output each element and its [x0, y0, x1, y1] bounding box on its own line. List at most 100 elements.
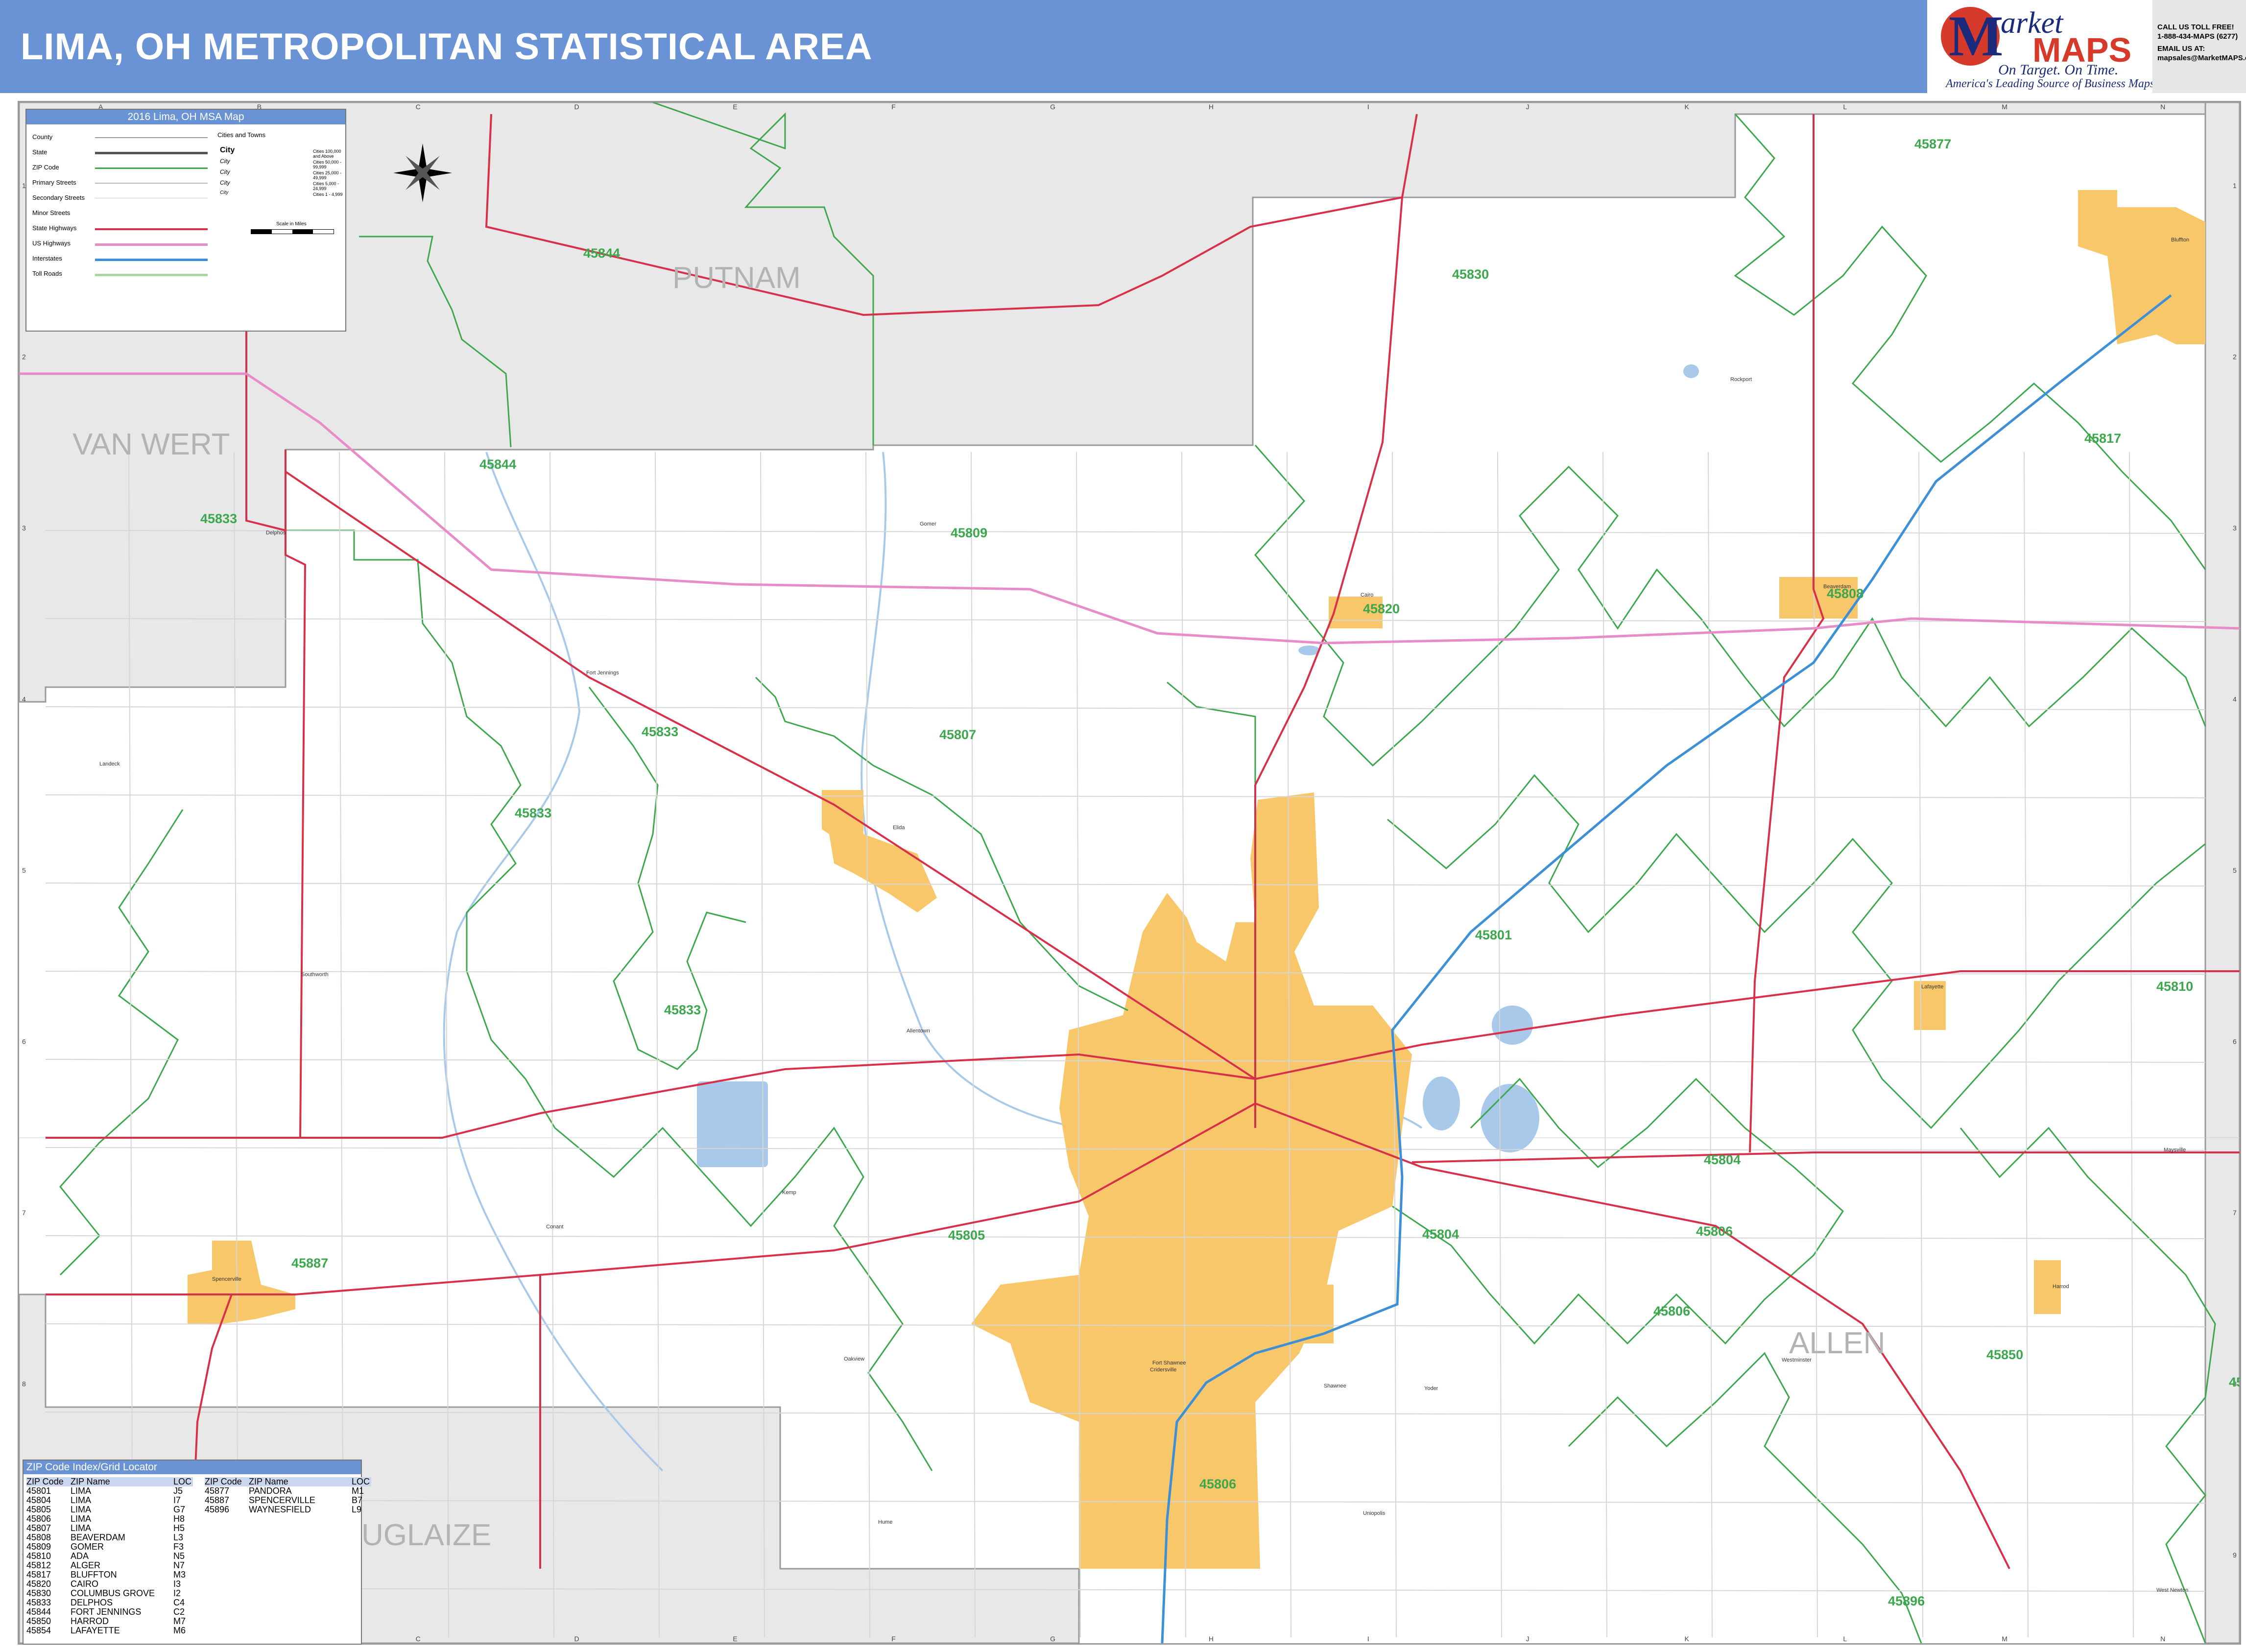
zip-index-row[interactable]: 45877 PANDORA M1	[205, 1486, 371, 1496]
zip-label: 45844	[583, 246, 620, 261]
grid-row-label: 3	[2233, 524, 2237, 532]
zip-index-cell: CAIRO	[71, 1579, 99, 1589]
logo-m: M	[1949, 4, 2004, 68]
zip-index-cell: LIMA	[71, 1523, 92, 1533]
grid-column-label: L	[1843, 103, 1847, 111]
zip-index-row[interactable]: 45896 WAYNESFIELD L9	[205, 1505, 371, 1514]
zip-index-cell: 45830	[26, 1588, 51, 1598]
zip-boundary	[1392, 1077, 1844, 1345]
zip-index-cell: DELPHOS	[71, 1598, 113, 1607]
zip-index-row[interactable]: 45805 LIMA G7	[26, 1505, 193, 1514]
zip-index-row[interactable]: 45833 DELPHOS C4	[26, 1598, 193, 1607]
minor-street	[1602, 452, 1607, 1638]
shawnee-urban	[1177, 1285, 1255, 1353]
zip-index-row[interactable]: 45806 LIMA H8	[26, 1514, 193, 1524]
zip-index-row[interactable]: 45804 LIMA I7	[26, 1496, 193, 1505]
grid-column-label: G	[1050, 1635, 1055, 1643]
town-label: Fort Jennings	[586, 670, 619, 676]
town-label: Harrod	[2053, 1284, 2069, 1290]
legend-item-county: County	[32, 133, 53, 141]
legend-city-desc: Cities 1 - 4,999	[313, 192, 343, 197]
town-label: Cairo	[1361, 592, 1373, 598]
legend-city-sample: City	[220, 158, 230, 165]
zip-index-header: ZIP Code ZIP Name LOC	[26, 1477, 193, 1486]
zip-index-row[interactable]: 45809 GOMER F3	[26, 1542, 193, 1552]
minor-street	[971, 452, 976, 1638]
county-label-auglaize: UGLAIZE	[361, 1518, 491, 1552]
minor-street	[45, 530, 2206, 534]
zip-index-header-cell: ZIP Name	[249, 1477, 288, 1486]
zip-index-row[interactable]: 45844 FORT JENNINGS C2	[26, 1607, 193, 1617]
legend-swatch	[95, 228, 208, 230]
zip-index-cell: 45854	[26, 1626, 51, 1635]
grid-row-label: 5	[22, 866, 26, 874]
zip-index-cell: LIMA	[71, 1514, 92, 1524]
grid-column-label: F	[891, 103, 896, 111]
zip-index-cell: M1	[352, 1486, 364, 1496]
grid-column-label: H	[1209, 103, 1214, 111]
town-label: Hume	[878, 1519, 892, 1525]
legend-item-primary: Primary Streets	[32, 179, 76, 186]
interstates	[1161, 294, 2172, 1643]
zip-index-row[interactable]: 45830 COLUMBUS GROVE I2	[26, 1589, 193, 1598]
zip-index-row[interactable]: 45801 LIMA J5	[26, 1486, 193, 1496]
zip-label: 45820	[1363, 601, 1400, 616]
zip-label: 45833	[200, 511, 237, 526]
legend-swatch	[95, 183, 208, 184]
zip-label: 45801	[1475, 928, 1512, 942]
legend-swatch	[95, 152, 208, 154]
zip-label: 45896	[1888, 1594, 1925, 1608]
zip-index-row[interactable]: 45812 ALGER N7	[26, 1561, 193, 1570]
grid-column-label: I	[1367, 103, 1369, 111]
zip-label: 45804	[1422, 1227, 1459, 1242]
zip-index-cell: BLUFFTON	[71, 1570, 117, 1580]
zip-index-cell: I2	[173, 1588, 181, 1598]
legend-city-sample: City	[220, 179, 230, 186]
zip-index-row[interactable]: 45817 BLUFFTON M3	[26, 1570, 193, 1580]
legend-city-sample: City	[220, 190, 229, 195]
zip-index-cell: SPENCERVILLE	[249, 1495, 315, 1505]
contact-line: EMAIL US AT:	[2157, 45, 2205, 53]
zip-index-cell: 45806	[26, 1514, 51, 1524]
town-label: Fort Shawnee	[1152, 1360, 1186, 1366]
zip-index-cell: 45805	[26, 1505, 51, 1514]
zip-index-header: ZIP Code ZIP Name LOC	[205, 1477, 371, 1486]
zip-index-cell: 45810	[26, 1551, 51, 1561]
zip-label: 45809	[951, 526, 987, 540]
grid-column-label: E	[733, 103, 737, 111]
zip-index-cell: I3	[173, 1579, 181, 1589]
zip-label: 45887	[291, 1256, 328, 1270]
town-label: Maysville	[2164, 1147, 2186, 1153]
contact-email[interactable]: mapsales@MarketMAPS.com	[2157, 53, 2246, 63]
minor-street	[45, 706, 2206, 710]
zip-index-cell: J5	[173, 1486, 183, 1496]
town-label: Beaverdam	[1823, 584, 1851, 590]
zip-index-cell: 45844	[26, 1607, 51, 1617]
minor-street	[865, 452, 870, 1638]
town-label: Cridersville	[1150, 1367, 1176, 1373]
zip-index-cell: L9	[352, 1505, 362, 1514]
grid-row-label: 4	[2233, 695, 2237, 703]
scale-label: Scale in Miles	[276, 221, 307, 227]
zip-index-row[interactable]: 45854 LAFAYETTE M6	[26, 1626, 193, 1635]
zip-index-row[interactable]: 45820 CAIRO I3	[26, 1580, 193, 1589]
zip-index-row[interactable]: 45808 BEAVERDAM L3	[26, 1533, 193, 1542]
zip-index-row[interactable]: 45850 HARROD M7	[26, 1617, 193, 1626]
zip-index-cell: L3	[173, 1532, 184, 1542]
legend-item-minor: Minor Streets	[32, 209, 71, 216]
zip-index-row[interactable]: 45810 ADA N5	[26, 1552, 193, 1561]
zip-index-cell: LAFAYETTE	[71, 1626, 120, 1635]
zip-index-row[interactable]: 45887 SPENCERVILLE B7	[205, 1496, 371, 1505]
zip-index-cell: HARROD	[71, 1616, 109, 1626]
zip-index-cell: 45807	[26, 1523, 51, 1533]
county-label-van-wert: VAN WERT	[72, 428, 230, 461]
zip-index-cell: F3	[173, 1542, 184, 1552]
map-canvas[interactable]: AABBCCDDEEFFGGHHIIJJKKLLMMNN112233445566…	[19, 102, 2240, 1643]
zip-index-cell: 45801	[26, 1486, 51, 1496]
zip-index-row[interactable]: 45807 LIMA H5	[26, 1524, 193, 1533]
grid-column-label: C	[416, 1635, 421, 1643]
zip-index-title: ZIP Code Index/Grid Locator	[24, 1460, 361, 1474]
minor-street	[1497, 452, 1502, 1638]
grid-row-label: 6	[22, 1038, 26, 1046]
legend-cities-heading: Cities and Towns	[217, 131, 266, 139]
